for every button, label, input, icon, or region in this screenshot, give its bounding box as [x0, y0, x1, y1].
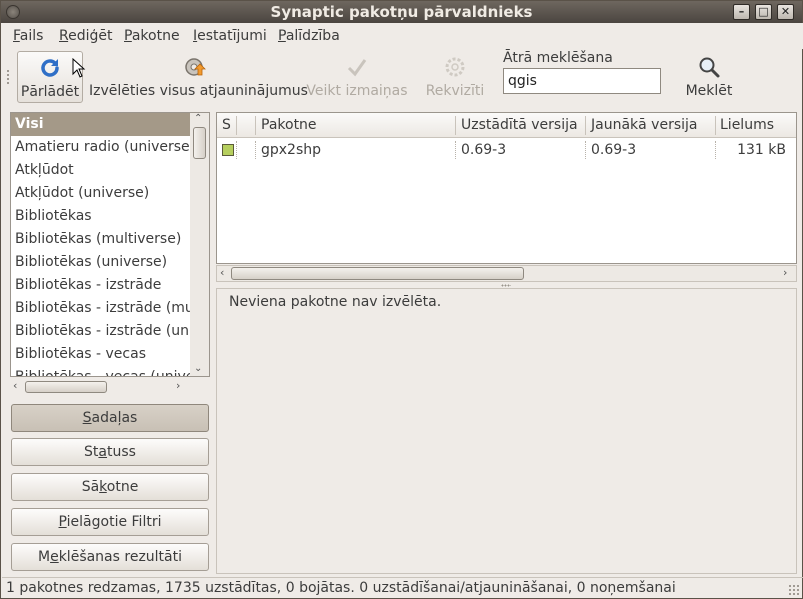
column-header-installed-version[interactable]: Uzstādītā versija [461, 117, 578, 133]
category-item[interactable]: Visi [11, 113, 209, 136]
quick-search-input[interactable] [503, 68, 661, 94]
mark-all-upgrades-button[interactable]: Izvēlēties visus atjauninājumus [89, 51, 308, 103]
upgrade-gear-icon [185, 58, 206, 76]
toolbar: Pārlādēt Izvēlēties visus atjauninājumus… [2, 49, 803, 105]
column-header-package[interactable]: Pakotne [261, 117, 317, 133]
column-header-status[interactable]: S [222, 117, 231, 133]
toolbar-grip[interactable] [6, 69, 10, 85]
quick-search-label: Ātrā meklēšana [503, 50, 613, 66]
properties-button[interactable]: Rekvizīti [422, 51, 488, 103]
column-header-latest-version[interactable]: Jaunākā versija [591, 117, 697, 133]
menu-help[interactable]: Palīdzība [278, 28, 340, 44]
status-filter-button[interactable]: Statuss [11, 438, 209, 466]
apply-button[interactable]: Veikt izmaiņas [305, 51, 409, 103]
scroll-left-arrow-icon[interactable]: ‹ [13, 379, 17, 392]
menu-file[interactable]: Fails [13, 28, 43, 44]
category-item[interactable]: Atkļūdot [11, 159, 209, 182]
category-item[interactable]: Bibliotēkas (multiverse) [11, 228, 209, 251]
menu-package[interactable]: Pakotne [124, 28, 180, 44]
minimize-button[interactable]: – [733, 4, 750, 20]
mark-all-upgrades-label: Izvēlēties visus atjauninājumus [89, 83, 308, 99]
apply-checkmark-icon [347, 59, 367, 77]
scroll-down-arrow-icon[interactable]: ⌄ [194, 363, 202, 374]
search-icon [699, 57, 720, 78]
category-item[interactable]: Bibliotēkas - vecas [11, 343, 209, 366]
sections-filter-button[interactable]: Sadaļas [11, 404, 209, 432]
status-bar: 1 pakotnes redzamas, 1735 uzstādītas, 0 … [2, 577, 803, 598]
category-item[interactable]: Atkļūdot (universe) [11, 182, 209, 205]
search-button[interactable]: Meklēt [682, 51, 736, 103]
reload-button[interactable]: Pārlādēt [17, 51, 86, 103]
package-name-cell: gpx2shp [261, 142, 322, 158]
properties-gear-icon [445, 57, 465, 77]
synaptic-window: Synaptic pakotņu pārvaldnieks – □ ✕ Fail… [0, 0, 803, 599]
latest-version-cell: 0.69-3 [591, 142, 637, 158]
apply-label: Veikt izmaiņas [306, 83, 408, 99]
scrollbar-thumb[interactable] [231, 267, 524, 280]
menu-settings[interactable]: Iestatījumi [193, 28, 267, 44]
search-results-filter-button[interactable]: Meklēšanas rezultāti [11, 543, 209, 571]
reload-label: Pārlādēt [20, 84, 80, 100]
custom-filters-button[interactable]: Pielāgotie Filtri [11, 508, 209, 536]
category-item[interactable]: Bibliotēkas - izstrāde (multiverse) [11, 297, 209, 320]
search-label: Meklēt [685, 83, 733, 99]
package-description-pane: Neviena pakotne nav izvēlēta. [216, 288, 797, 574]
package-table: S Pakotne Uzstādītā versija Jaunākā vers… [216, 112, 797, 264]
reload-icon [41, 59, 59, 77]
scrollbar-thumb[interactable] [25, 381, 107, 393]
size-cell: 131 kB [737, 142, 786, 158]
menu-edit[interactable]: Rediģēt [59, 28, 113, 44]
scroll-left-arrow-icon[interactable]: ‹ [220, 266, 224, 279]
table-row[interactable]: gpx2shp 0.69-3 0.69-3 131 kB [217, 139, 796, 161]
scroll-right-arrow-icon[interactable]: › [176, 379, 180, 392]
origin-filter-button[interactable]: Sākotne [11, 473, 209, 501]
pane-resize-handle[interactable] [501, 284, 511, 287]
category-item[interactable]: Bibliotēkas (universe) [11, 251, 209, 274]
properties-label: Rekvizīti [425, 83, 485, 99]
mouse-cursor-icon [72, 58, 86, 78]
maximize-button[interactable]: □ [755, 4, 772, 20]
menu-bar: Fails Rediģēt Pakotne Iestatījumi Palīdz… [2, 23, 803, 49]
title-bar: Synaptic pakotņu pārvaldnieks – □ ✕ [1, 1, 802, 23]
no-package-selected-text: Neviena pakotne nav izvēlēta. [229, 294, 442, 310]
scrollbar-thumb[interactable] [193, 127, 206, 159]
status-text: 1 pakotnes redzamas, 1735 uzstādītas, 0 … [6, 580, 676, 596]
installed-version-cell: 0.69-3 [461, 142, 507, 158]
category-item[interactable]: Bibliotēkas - izstrāde (universe) [11, 320, 209, 343]
table-header: S Pakotne Uzstādītā versija Jaunākā vers… [217, 113, 796, 138]
column-header-size[interactable]: Lielums [720, 117, 774, 133]
category-item[interactable]: Bibliotēkas [11, 205, 209, 228]
category-vertical-scrollbar[interactable]: ⌃ ⌄ [190, 112, 210, 377]
category-item[interactable]: Bibliotēkas - izstrāde [11, 274, 209, 297]
scroll-right-arrow-icon[interactable]: › [783, 266, 787, 279]
category-horizontal-scrollbar[interactable]: ‹ › [10, 379, 190, 395]
resize-grip[interactable] [788, 584, 800, 596]
category-item[interactable]: Amatieru radio (universe) [11, 136, 209, 159]
package-horizontal-scrollbar[interactable]: ‹ › [216, 265, 797, 282]
window-title: Synaptic pakotņu pārvaldnieks [270, 3, 533, 21]
scroll-up-arrow-icon[interactable]: ⌃ [194, 113, 202, 124]
package-status-icon[interactable] [222, 144, 234, 156]
category-list: Visi Amatieru radio (universe) Atkļūdot … [10, 112, 210, 377]
close-button[interactable]: ✕ [777, 4, 794, 20]
category-item[interactable]: Bibliotēkas - vecas (universe) [11, 366, 209, 376]
